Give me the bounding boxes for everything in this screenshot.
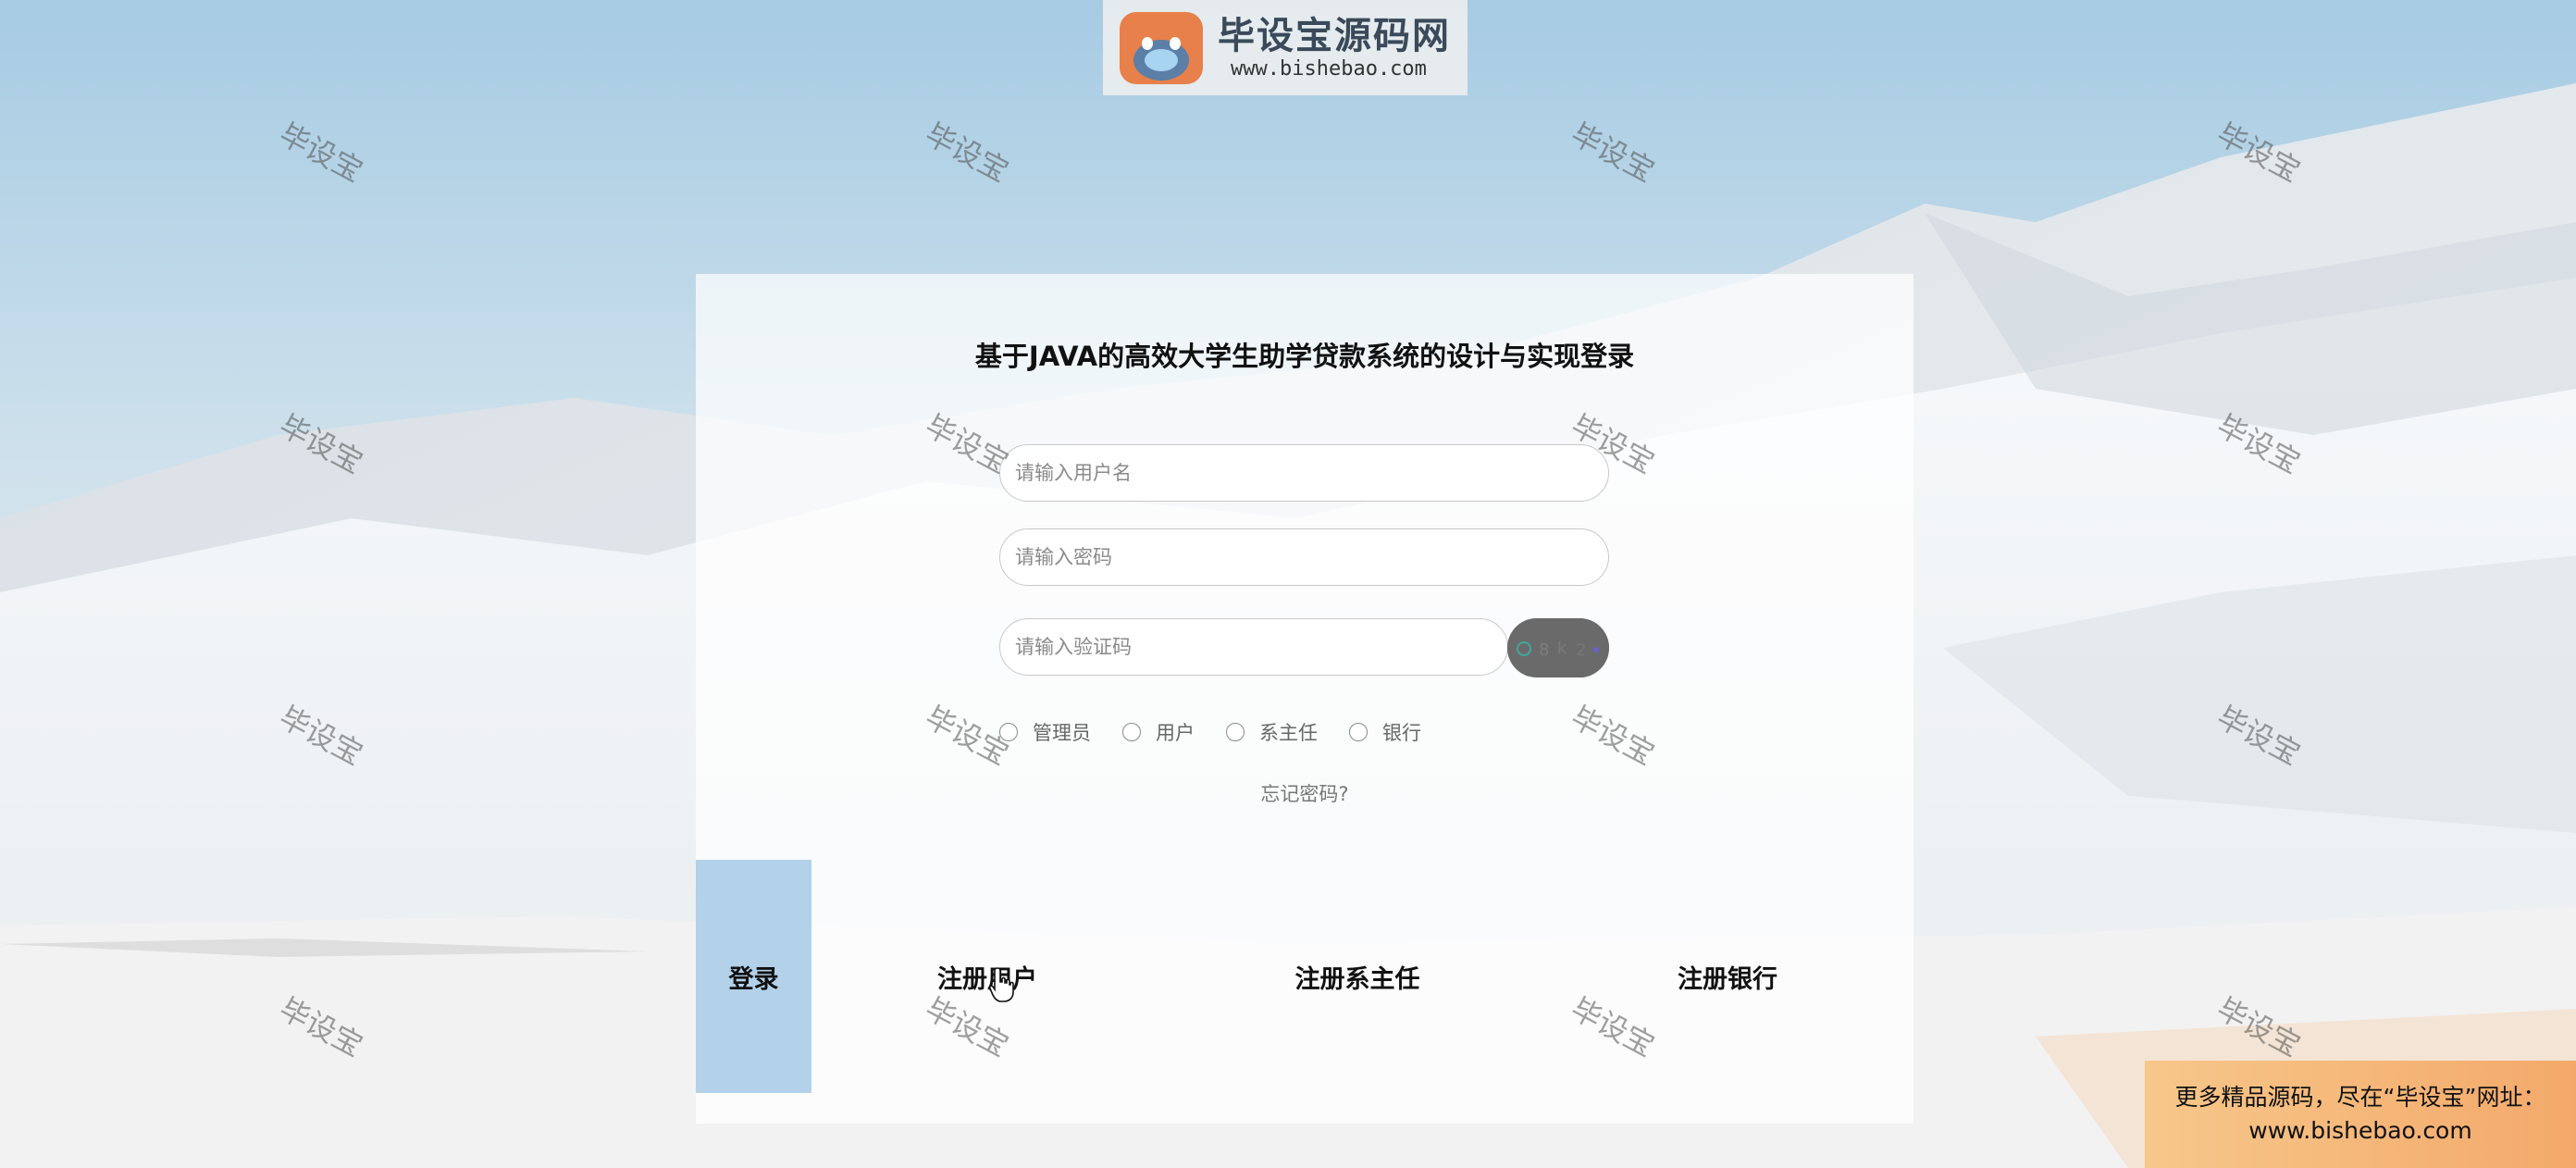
role-dean[interactable]: 系主任 (1226, 718, 1318, 746)
page-title: 基于JAVA的高效大学生助学贷款系统的设计与实现登录 (974, 341, 1635, 372)
site-logo[interactable]: 毕设宝源码网 www.bishebao.com (1103, 0, 1468, 95)
promo-banner[interactable]: 更多精品源码，尽在“毕设宝”网址： www.bishebao.com (2145, 1061, 2576, 1168)
radio-admin[interactable] (999, 723, 1018, 741)
captcha-input[interactable] (999, 618, 1508, 676)
logo-url: www.bishebao.com (1231, 56, 1427, 81)
forgot-password-link[interactable]: 忘记密码? (696, 779, 1913, 807)
role-user-label: 用户 (1156, 722, 1195, 744)
role-user[interactable]: 用户 (1122, 718, 1195, 746)
register-dean-button[interactable]: 注册系主任 (1251, 860, 1464, 1093)
username-input[interactable] (999, 444, 1609, 502)
mascot-icon (1114, 6, 1208, 90)
radio-dean[interactable] (1226, 723, 1245, 741)
svg-text:2: 2 (1576, 640, 1586, 660)
role-selector: 管理员 用户 系主任 银行 (999, 718, 1453, 746)
role-dean-label: 系主任 (1259, 722, 1318, 744)
role-admin-label: 管理员 (1033, 722, 1091, 744)
password-input[interactable] (999, 528, 1609, 586)
register-user-button[interactable]: 注册用户 (881, 860, 1094, 1093)
svg-text:8: 8 (1539, 640, 1549, 660)
role-bank[interactable]: 银行 (1349, 718, 1421, 746)
logo-title: 毕设宝源码网 (1218, 14, 1451, 57)
login-button[interactable]: 登录 (696, 860, 811, 1093)
login-panel: 基于JAVA的高效大学生助学贷款系统的设计与实现登录 8 k 2 管理员 用户 … (696, 274, 1913, 1124)
hand-cursor-icon (988, 966, 1016, 1003)
role-bank-label: 银行 (1382, 722, 1421, 744)
radio-bank[interactable] (1349, 723, 1368, 741)
captcha-image[interactable]: 8 k 2 (1507, 618, 1609, 677)
promo-line-1: 更多精品源码，尽在“毕设宝”网址： (2174, 1084, 2546, 1111)
promo-line-2: www.bishebao.com (2248, 1117, 2472, 1144)
svg-text:k: k (1557, 639, 1567, 658)
radio-user[interactable] (1122, 723, 1141, 741)
role-admin[interactable]: 管理员 (999, 718, 1091, 746)
register-bank-button[interactable]: 注册银行 (1621, 860, 1834, 1093)
